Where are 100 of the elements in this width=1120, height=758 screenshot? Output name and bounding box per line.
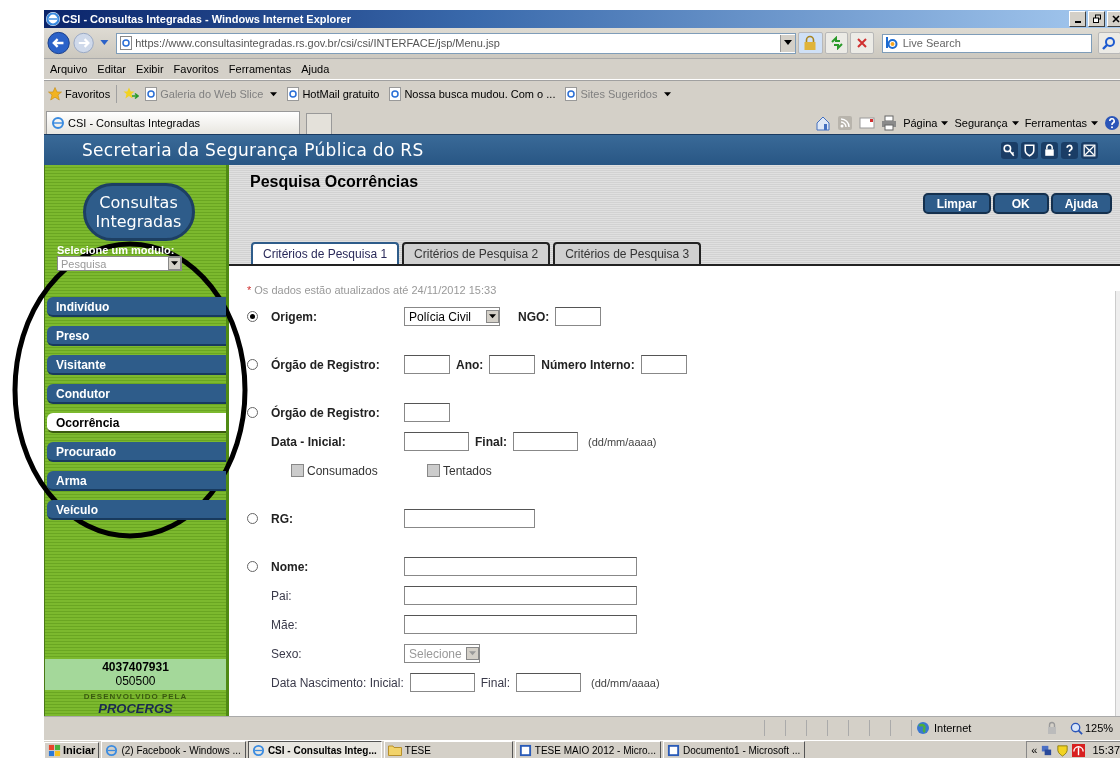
zone-indicator: Internet	[911, 720, 1044, 736]
sidebar-item[interactable]: Arma	[47, 471, 226, 491]
field-label: Data - Inicial:	[271, 434, 347, 449]
search-button[interactable]	[1097, 32, 1120, 54]
menu-item[interactable]: Editar	[97, 63, 127, 75]
input-field[interactable]	[409, 673, 475, 692]
mail-icon[interactable]	[859, 115, 876, 131]
action-button[interactable]: Limpar	[922, 193, 991, 214]
taskbar-item[interactable]: TESE	[383, 741, 513, 758]
search-field[interactable]: Live Search	[881, 33, 1092, 53]
sidebar-item[interactable]: Indivíduo	[47, 297, 226, 317]
zoom-control[interactable]: 125%	[1070, 721, 1114, 735]
page-icon	[145, 87, 158, 101]
criteria-tab[interactable]: Critérios de Pesquisa 1	[251, 242, 400, 264]
field-label: Origem:	[271, 309, 318, 324]
radio-button[interactable]	[247, 311, 258, 322]
page-icon	[287, 87, 300, 101]
clock: 15:37	[1092, 744, 1120, 756]
command-menu[interactable]: Página	[903, 117, 949, 129]
restore-icon	[1091, 14, 1102, 24]
taskbar-item[interactable]: CSI - Consultas Integ...	[247, 741, 382, 758]
sidebar-item[interactable]: Ocorrência	[47, 413, 226, 433]
field-label: Ano:	[456, 357, 484, 372]
lock-icon[interactable]	[1041, 141, 1058, 159]
help-icon[interactable]	[1104, 115, 1120, 131]
menu-item[interactable]: Exibir	[136, 63, 164, 75]
input-field[interactable]	[404, 615, 637, 634]
taskbar-item[interactable]: Documento1 - Microsoft ...	[662, 741, 806, 758]
input-field[interactable]	[404, 557, 637, 576]
radio-button[interactable]	[247, 513, 258, 524]
favorite-link[interactable]: HotMail gratuito	[287, 87, 380, 101]
restore-button[interactable]	[1088, 11, 1105, 27]
menu-item[interactable]: Ajuda	[301, 63, 330, 75]
caret-icon	[1011, 120, 1019, 126]
back-icon[interactable]	[47, 31, 71, 55]
page-title: Pesquisa Ocorrências	[250, 173, 419, 192]
key-icon[interactable]	[1001, 141, 1018, 159]
command-menu[interactable]: Ferramentas	[1024, 117, 1098, 129]
select-field[interactable]: Polícia Civil	[404, 307, 500, 326]
input-field[interactable]	[555, 307, 602, 326]
sidebar-item[interactable]: Veículo	[47, 500, 226, 520]
refresh-button[interactable]	[825, 32, 849, 54]
sidebar-item[interactable]: Condutor	[47, 384, 226, 404]
dropdown-button[interactable]	[779, 34, 795, 52]
action-button[interactable]: OK	[992, 193, 1049, 214]
action-button[interactable]: Ajuda	[1050, 193, 1112, 214]
printer-icon[interactable]	[881, 115, 898, 131]
taskbar-item[interactable]: TESE MAIO 2012 - Micro...	[514, 741, 661, 758]
input-field[interactable]	[404, 355, 450, 374]
field-label: Final:	[475, 434, 507, 449]
start-button[interactable]: Iniciar	[44, 741, 100, 758]
minimize-button[interactable]	[1069, 11, 1086, 27]
close-icon[interactable]	[1081, 141, 1098, 159]
radio-button[interactable]	[247, 407, 258, 418]
input-field[interactable]	[516, 673, 582, 692]
tray-toggle[interactable]: «	[1031, 744, 1038, 756]
input-field[interactable]	[404, 586, 637, 605]
menu-item[interactable]: Favoritos	[173, 63, 219, 75]
help-icon[interactable]	[1061, 141, 1078, 159]
globe-e-icon	[251, 743, 265, 757]
minimize-icon	[1074, 21, 1081, 23]
command-menu[interactable]: Segurança	[954, 117, 1019, 129]
required-mark: *	[247, 284, 252, 296]
format-hint: (dd/mm/aaaa)	[591, 676, 660, 689]
banner-title: Secretaria da Segurança Pública do RS	[82, 140, 424, 160]
input-field[interactable]	[404, 432, 469, 451]
page-icon	[565, 87, 578, 101]
caret-icon[interactable]	[100, 40, 110, 46]
sidebar-item[interactable]: Visitante	[47, 355, 226, 375]
umbrella-icon[interactable]	[1072, 743, 1086, 757]
input-field[interactable]	[640, 355, 687, 374]
favorites-button[interactable]: Favoritos	[48, 87, 111, 101]
input-field[interactable]	[489, 355, 536, 374]
input-field[interactable]	[404, 509, 535, 528]
criteria-tab[interactable]: Critérios de Pesquisa 2	[402, 242, 551, 264]
field-label: RG:	[271, 511, 294, 526]
sidebar-item[interactable]: Procurado	[47, 442, 226, 462]
stop-button[interactable]	[850, 32, 874, 54]
criteria-tab[interactable]: Critérios de Pesquisa 3	[553, 242, 702, 264]
taskbar-item[interactable]: (2) Facebook - Windows ...	[101, 741, 246, 758]
input-field[interactable]	[513, 432, 578, 451]
home-icon[interactable]	[815, 115, 832, 131]
window-title: CSI - Consultas Integradas - Windows Internet Explorer	[62, 13, 351, 25]
field-label: Final:	[480, 675, 511, 690]
shield-icon[interactable]	[1021, 141, 1038, 159]
sidebar-item[interactable]: Preso	[47, 326, 226, 346]
network-icon[interactable]	[1040, 743, 1054, 757]
radio-button[interactable]	[247, 359, 258, 370]
input-field[interactable]	[404, 403, 450, 422]
close-button[interactable]	[1107, 11, 1120, 27]
field-label: Órgão de Registro:	[271, 405, 381, 420]
format-hint: (dd/mm/aaaa)	[588, 435, 657, 448]
menu-item[interactable]: Arquivo	[50, 63, 88, 75]
browser-tab[interactable]: CSI - Consultas Integradas	[46, 111, 300, 134]
address-field[interactable]: https://www.consultasintegradas.rs.gov.br/csi/csi/INTERFACE/jsp/Menu.jsp	[116, 32, 796, 54]
menu-item[interactable]: Ferramentas	[228, 63, 292, 75]
favorite-link[interactable]: Nossa busca mudou. Com o ...	[389, 87, 556, 101]
radio-button[interactable]	[247, 561, 258, 572]
lock-icon	[803, 35, 818, 51]
page-icon	[389, 87, 402, 101]
